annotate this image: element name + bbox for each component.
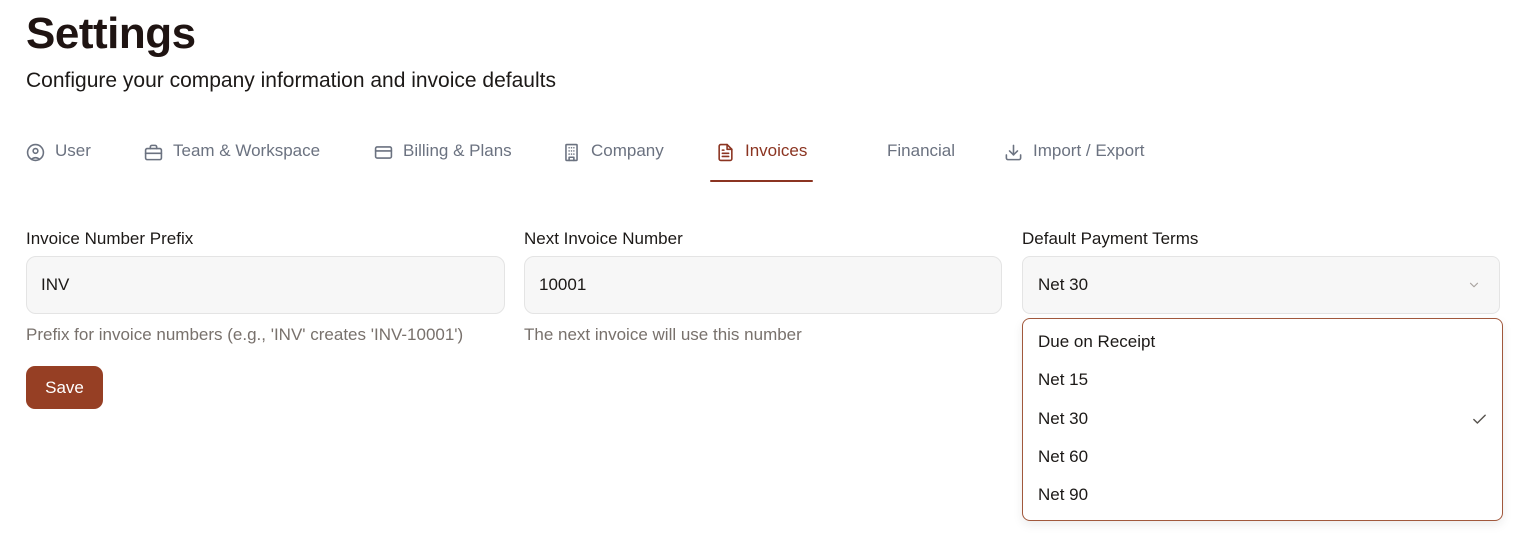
tab-label: Billing & Plans (403, 141, 512, 160)
chevron-down-icon (1469, 282, 1479, 288)
prefix-help-text: Prefix for invoice numbers (e.g., 'INV' … (26, 325, 464, 344)
tab-company[interactable]: Company (562, 136, 664, 182)
invoice-prefix-input[interactable] (26, 256, 505, 314)
credit-card-icon (374, 146, 393, 159)
payment-terms-label: Default Payment Terms (1022, 229, 1199, 248)
tab-import-export[interactable]: Import / Export (1004, 136, 1144, 182)
building-icon (565, 143, 578, 162)
option-label: Net 60 (1038, 447, 1089, 466)
settings-tabs: User Team & Workspace Billing & Plans Co… (26, 136, 1276, 182)
option-net-15[interactable]: Net 15 (1023, 362, 1502, 398)
tab-label: User (55, 141, 91, 160)
tab-invoices[interactable]: Invoices (709, 136, 814, 182)
tab-financial[interactable]: Financial (887, 136, 955, 182)
download-icon (1005, 144, 1022, 161)
payment-terms-value: Net 30 (1038, 275, 1089, 294)
payment-terms-dropdown: Due on Receipt Net 15 Net 30 Net 60 Net … (1022, 318, 1503, 521)
payment-terms-select[interactable]: Net 30 (1022, 256, 1500, 314)
tab-label: Team & Workspace (173, 141, 321, 160)
tab-label: Invoices (745, 141, 808, 160)
option-net-30[interactable]: Net 30 (1023, 401, 1502, 437)
tab-label: Financial (887, 141, 956, 160)
next-number-label: Next Invoice Number (524, 229, 683, 248)
settings-page: Settings Configure your company informat… (0, 0, 1531, 534)
next-number-help-text: The next invoice will use this number (524, 325, 802, 344)
option-label: Net 90 (1038, 485, 1089, 504)
tab-billing-plans[interactable]: Billing & Plans (374, 136, 512, 182)
option-label: Net 30 (1038, 409, 1089, 428)
document-icon (718, 143, 733, 162)
option-net-60[interactable]: Net 60 (1023, 439, 1502, 475)
prefix-label: Invoice Number Prefix (26, 229, 194, 248)
tab-user[interactable]: User (26, 136, 91, 182)
next-invoice-number-input[interactable] (524, 256, 1002, 314)
check-icon (1473, 414, 1486, 424)
option-label: Net 15 (1038, 370, 1089, 389)
save-button[interactable]: Save (26, 366, 103, 409)
tab-team-workspace[interactable]: Team & Workspace (144, 136, 320, 182)
option-due-on-receipt[interactable]: Due on Receipt (1023, 324, 1502, 360)
page-title: Settings (26, 9, 196, 58)
option-net-90[interactable]: Net 90 (1023, 477, 1502, 513)
briefcase-icon (144, 144, 163, 161)
tab-label: Import / Export (1033, 141, 1145, 160)
page-subtitle: Configure your company information and i… (26, 69, 556, 92)
user-circle-icon (26, 143, 45, 162)
option-label: Due on Receipt (1038, 332, 1156, 351)
tab-label: Company (591, 141, 664, 160)
